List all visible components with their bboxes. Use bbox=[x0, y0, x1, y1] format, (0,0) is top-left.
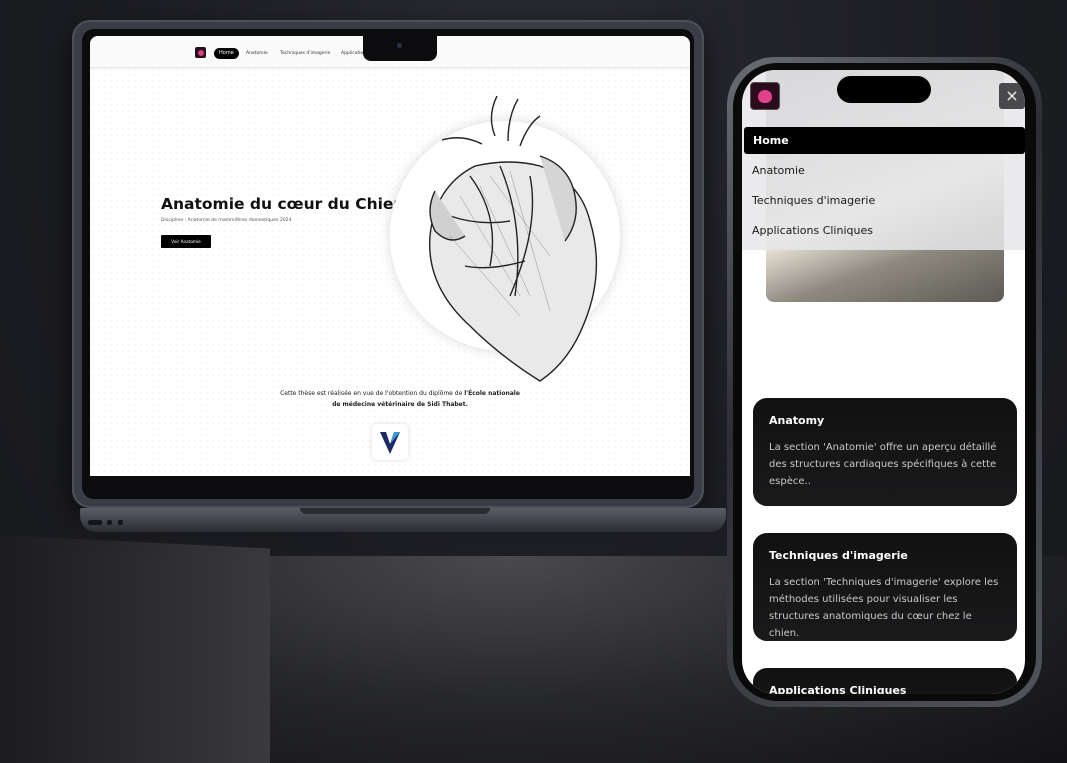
card-techniques[interactable]: Techniques d'imagerie La section 'Techni… bbox=[753, 533, 1017, 641]
laptop-screen: Home Anatomie Techniques d'imagerie Appl… bbox=[90, 36, 690, 476]
thesis-school-line2: de médecine vétérinaire de Sidi Thabet. bbox=[332, 401, 468, 408]
card-text: La section 'Anatomie' offre un aperçu dé… bbox=[769, 442, 997, 487]
pedestal-face bbox=[0, 535, 270, 763]
mobile-menu-applications[interactable]: Applications Cliniques bbox=[752, 224, 873, 237]
site-logo-icon[interactable] bbox=[195, 47, 206, 58]
thesis-school-line1: l'École nationale bbox=[464, 390, 520, 397]
nav-home[interactable]: Home bbox=[214, 48, 239, 59]
hero-title: Anatomie du cœur du Chien bbox=[161, 195, 405, 213]
thesis-prefix: Cette thèse est réalisée en vue de l'obt… bbox=[280, 390, 463, 397]
card-title: Anatomy bbox=[769, 414, 825, 427]
card-applications[interactable]: Applications Cliniques bbox=[753, 668, 1017, 694]
card-anatomy[interactable]: Anatomy La section 'Anatomie' offre un a… bbox=[753, 398, 1017, 506]
port-icon bbox=[107, 520, 112, 525]
camera-icon bbox=[397, 43, 402, 48]
mobile-menu-home[interactable]: Home bbox=[744, 127, 1025, 154]
hero-subtitle: Discipline : Anatomie de mammifères dome… bbox=[161, 218, 292, 223]
view-anatomy-button[interactable]: Voir Anatomie bbox=[161, 235, 211, 248]
school-logo-icon bbox=[380, 432, 400, 454]
heart-icon bbox=[428, 96, 598, 382]
mobile-menu-techniques[interactable]: Techniques d'imagerie bbox=[752, 194, 875, 207]
heart-illustration bbox=[390, 96, 620, 382]
laptop-trackpad-notch bbox=[300, 508, 490, 514]
close-icon[interactable]: × bbox=[999, 83, 1025, 109]
thesis-statement: Cette thèse est réalisée en vue de l'obt… bbox=[210, 388, 590, 410]
card-title: Techniques d'imagerie bbox=[769, 549, 908, 562]
card-text: La section 'Techniques d'imagerie' explo… bbox=[769, 577, 999, 639]
card-title: Applications Cliniques bbox=[769, 684, 907, 694]
mobile-logo-icon[interactable] bbox=[750, 82, 780, 110]
laptop-notch bbox=[363, 36, 437, 61]
port-icon bbox=[118, 520, 123, 525]
school-logo bbox=[372, 424, 408, 460]
phone-screen: × Home Anatomie Techniques d'imagerie Ap… bbox=[742, 70, 1025, 694]
nav-anatomie[interactable]: Anatomie bbox=[246, 48, 268, 59]
port-icon bbox=[88, 520, 102, 525]
nav-techniques[interactable]: Techniques d'imagerie bbox=[280, 48, 330, 59]
dynamic-island bbox=[837, 76, 931, 103]
mobile-menu-anatomie[interactable]: Anatomie bbox=[752, 164, 805, 177]
